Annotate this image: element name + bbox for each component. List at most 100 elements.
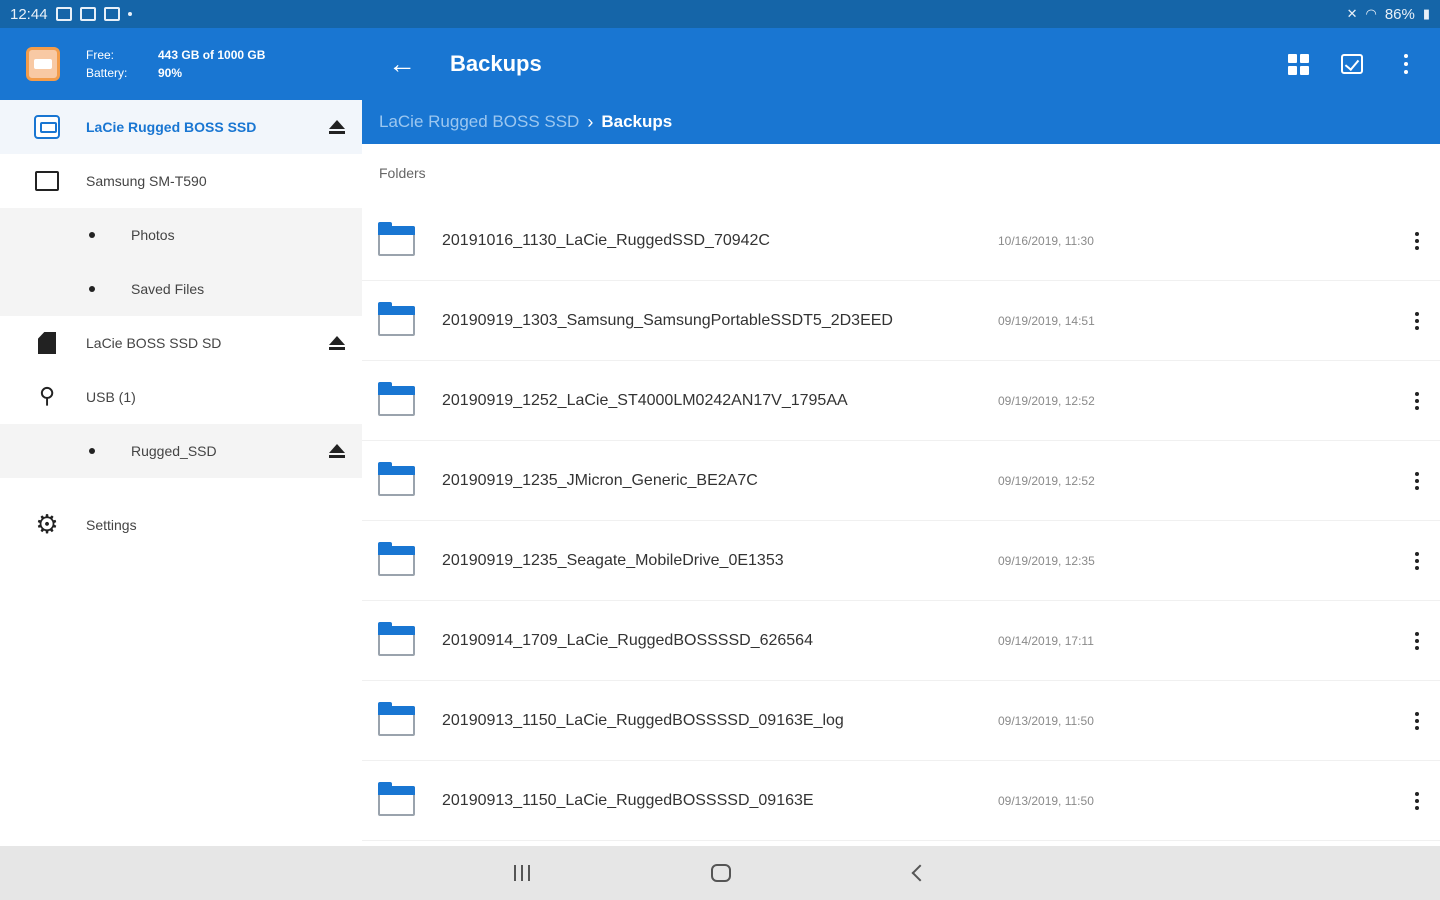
clock: 12:44 xyxy=(10,5,48,23)
sidebar-item-label: Settings xyxy=(86,517,137,533)
bullet-icon xyxy=(89,232,95,238)
sidebar-item-label: Samsung SM-T590 xyxy=(86,173,207,189)
more-vert-icon[interactable] xyxy=(1402,221,1432,261)
breadcrumb-root[interactable]: LaCie Rugged BOSS SSD xyxy=(379,112,579,132)
free-value: 443 GB of 1000 GB xyxy=(158,48,266,62)
storage-icon xyxy=(79,7,96,21)
free-label: Free: xyxy=(86,48,115,62)
status-bar: 12:44 ✕ ◠ 86% ▮ xyxy=(0,0,1440,28)
more-vert-icon[interactable] xyxy=(1402,541,1432,581)
chevron-right-icon: › xyxy=(587,111,594,132)
battery-icon: ▮ xyxy=(1422,6,1430,21)
folder-icon xyxy=(378,221,415,256)
section-label: Folders xyxy=(379,165,426,181)
recents-icon xyxy=(514,865,530,881)
eject-button[interactable] xyxy=(328,117,346,137)
mute-icon: ✕ xyxy=(1346,6,1358,21)
folder-name: 20190913_1150_LaCie_RuggedBOSSSSD_09163E xyxy=(442,791,814,809)
sidebar-item-settings[interactable]: ⚙ Settings xyxy=(0,498,362,552)
folder-row[interactable]: 20190919_1252_LaCie_ST4000LM0242AN17V_17… xyxy=(362,361,1440,441)
gear-icon: ⚙ xyxy=(35,510,59,540)
folder-list: Folders 20191016_1130_LaCie_RuggedSSD_70… xyxy=(362,144,1440,846)
sidebar-item-usb[interactable]: ⚲ USB (1) xyxy=(0,370,362,424)
more-vert-icon[interactable] xyxy=(1402,701,1432,741)
folder-name: 20190919_1235_Seagate_MobileDrive_0E1353 xyxy=(442,551,784,569)
more-vert-icon[interactable] xyxy=(1402,781,1432,821)
bullet-icon xyxy=(89,448,95,454)
folder-name: 20190919_1303_Samsung_SamsungPortableSSD… xyxy=(442,311,893,329)
folder-icon xyxy=(378,621,415,656)
battery-value: 90% xyxy=(158,66,183,80)
folder-row[interactable]: 20190913_1150_LaCie_RuggedBOSSSSD_09163E… xyxy=(362,761,1440,841)
folder-icon xyxy=(378,701,415,736)
battery-percent: 86% xyxy=(1384,5,1415,23)
sidebar-item-label: Photos xyxy=(131,227,175,243)
dot-icon xyxy=(127,12,132,16)
sidebar-item-photos[interactable]: Photos xyxy=(0,208,362,262)
folder-name: 20190919_1235_JMicron_Generic_BE2A7C xyxy=(442,471,758,489)
select-button[interactable] xyxy=(1332,44,1372,84)
grid-view-button[interactable] xyxy=(1278,44,1318,84)
checkbox-edit-icon xyxy=(1341,54,1363,74)
usb-icon: ⚲ xyxy=(38,384,56,409)
folder-date: 09/19/2019, 12:52 xyxy=(998,393,1095,408)
overflow-menu-button[interactable] xyxy=(1386,44,1426,84)
sidebar-item-label: LaCie Rugged BOSS SSD xyxy=(86,119,257,135)
eject-button[interactable] xyxy=(328,441,346,461)
sidebar-item-label: USB (1) xyxy=(86,389,136,405)
folder-row[interactable]: 20190914_1709_LaCie_RuggedBOSSSSD_626564… xyxy=(362,601,1440,681)
sidebar-item-samsung-sm-t590[interactable]: Samsung SM-T590 xyxy=(0,154,362,208)
folder-row[interactable]: 20191016_1130_LaCie_RuggedSSD_70942C 10/… xyxy=(362,201,1440,281)
folder-icon xyxy=(378,461,415,496)
more-vert-icon[interactable] xyxy=(1402,461,1432,501)
sidebar-item-label: Saved Files xyxy=(131,281,205,297)
drive-badge-icon xyxy=(26,47,60,81)
sidebar-item-saved-files[interactable]: Saved Files xyxy=(0,262,362,316)
folder-date: 09/13/2019, 11:50 xyxy=(998,713,1094,728)
folder-row[interactable]: 20190919_1235_JMicron_Generic_BE2A7C 09/… xyxy=(362,441,1440,521)
sidebar: LaCie Rugged BOSS SSD Samsung SM-T590 Ph… xyxy=(0,100,362,846)
folder-icon xyxy=(378,301,415,336)
chevron-left-icon xyxy=(911,864,929,882)
home-button[interactable] xyxy=(701,858,741,888)
sidebar-item-lacie-rugged-boss-ssd[interactable]: LaCie Rugged BOSS SSD xyxy=(0,100,362,154)
sd-card-icon xyxy=(38,332,56,354)
folder-row[interactable]: 20190913_1150_LaCie_RuggedBOSSSSD_09163E… xyxy=(362,681,1440,761)
arrow-left-icon: ← xyxy=(388,48,416,79)
photo-icon xyxy=(103,7,120,21)
page-title: Backups xyxy=(450,51,542,76)
eject-button[interactable] xyxy=(328,333,346,353)
breadcrumb: LaCie Rugged BOSS SSD › Backups xyxy=(362,100,1440,144)
folder-icon xyxy=(378,541,415,576)
tablet-icon xyxy=(35,171,59,191)
breadcrumb-current: Backups xyxy=(601,112,673,131)
drive-icon xyxy=(34,115,60,139)
more-vert-icon[interactable] xyxy=(1402,381,1432,421)
sidebar-item-label: Rugged_SSD xyxy=(131,443,217,459)
device-info: Free: 443 GB of 1000 GB Battery: 90% xyxy=(86,48,265,80)
home-icon xyxy=(711,864,731,882)
recents-button[interactable] xyxy=(502,858,542,888)
folder-date: 09/19/2019, 12:52 xyxy=(998,473,1095,488)
folder-row[interactable]: 20190919_1303_Samsung_SamsungPortableSSD… xyxy=(362,281,1440,361)
folder-date: 10/16/2019, 11:30 xyxy=(998,233,1094,248)
folder-icon xyxy=(378,781,415,816)
folder-name: 20190919_1252_LaCie_ST4000LM0242AN17V_17… xyxy=(442,391,848,409)
folder-date: 09/14/2019, 17:11 xyxy=(998,633,1094,648)
battery-label: Battery: xyxy=(86,66,128,80)
sidebar-item-label: LaCie BOSS SSD SD xyxy=(86,335,222,351)
more-vert-icon xyxy=(1404,54,1408,74)
sidebar-item-rugged-ssd[interactable]: Rugged_SSD xyxy=(0,424,362,478)
more-vert-icon[interactable] xyxy=(1402,621,1432,661)
folder-icon xyxy=(378,381,415,416)
system-back-button[interactable] xyxy=(900,858,940,888)
grid-view-icon xyxy=(1287,53,1309,75)
more-vert-icon[interactable] xyxy=(1402,301,1432,341)
back-button[interactable]: ← xyxy=(374,36,430,92)
gallery-icon xyxy=(55,7,72,21)
folder-row[interactable]: 20190919_1235_Seagate_MobileDrive_0E1353… xyxy=(362,521,1440,601)
system-nav-bar xyxy=(0,846,1440,900)
sidebar-item-lacie-boss-ssd-sd[interactable]: LaCie BOSS SSD SD xyxy=(0,316,362,370)
app-bar: ← Backups xyxy=(362,28,1440,100)
folder-date: 09/19/2019, 14:51 xyxy=(998,313,1095,328)
